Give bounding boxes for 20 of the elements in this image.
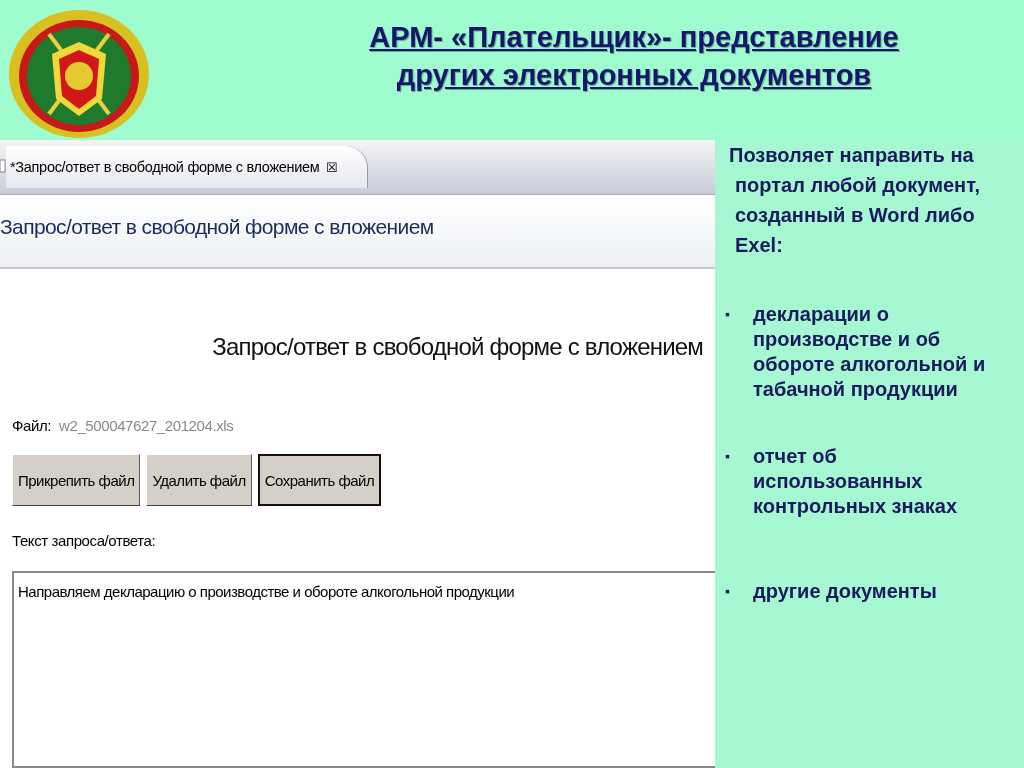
slide-title: других электронных документов bbox=[396, 58, 872, 93]
bullet-marker: ▪ bbox=[725, 305, 731, 324]
intro-text: Позволяет направить на портал любой документ, созданный в Word либо Exel: bbox=[728, 143, 981, 258]
editor-tab[interactable]: *Запрос/ответ в свободной форме с вложением ☒ bbox=[6, 146, 369, 188]
file-button[interactable]: Сохранить файл bbox=[257, 454, 382, 506]
text-field[interactable]: Направляем декларацию о производстве и обороте алкогольной продукции bbox=[12, 571, 715, 768]
form-title: Запрос/ответ в свободной форме с вложением bbox=[0, 215, 434, 239]
file-label: Файл: bbox=[12, 417, 52, 434]
file-name: w2_500047627_201204.xls bbox=[59, 417, 234, 434]
bullet-text: другие документы bbox=[753, 579, 938, 604]
bullet-text: отчет об использованных контрольных знаках bbox=[753, 444, 958, 519]
text-label: Текст запроса/ответа: bbox=[12, 532, 157, 549]
bullet-marker: ▪ bbox=[725, 582, 731, 601]
bullet-text: декларации о производстве и об обороте алкогольной и табачной продукции bbox=[753, 302, 987, 402]
file-button[interactable]: Прикрепить файл bbox=[12, 454, 141, 506]
slide-title: АРМ- «Плательщик»- представление bbox=[369, 20, 899, 55]
close-icon[interactable]: ☒ bbox=[325, 159, 338, 175]
file-button[interactable]: Удалить файл bbox=[146, 454, 252, 506]
form-heading: Запрос/ответ в свободной форме с вложением bbox=[212, 333, 703, 361]
bullet-marker: ▪ bbox=[725, 447, 731, 466]
